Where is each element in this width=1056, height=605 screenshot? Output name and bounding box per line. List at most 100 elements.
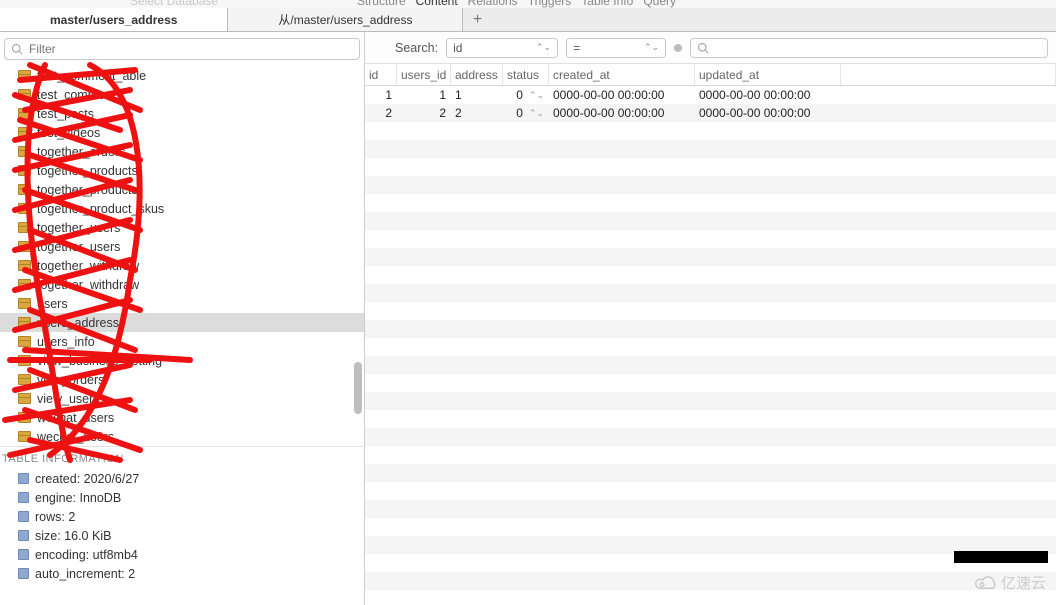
table-list-item[interactable]: test_posts [0,104,364,123]
table-list-item[interactable]: users [0,294,364,313]
top-menu-item[interactable]: Relations [468,0,518,8]
table-list-item[interactable]: view_orders [0,370,364,389]
grid-cell-value: 2 [455,106,462,120]
table-list-item[interactable]: together_users [0,237,364,256]
table-list-item[interactable]: test_comments [0,85,364,104]
table-list-item[interactable]: together_product_skus [0,199,364,218]
table-list-item[interactable]: together_withdraw [0,275,364,294]
top-menu-item[interactable]: Content [416,0,458,8]
tab[interactable]: 从/master/users_address [228,8,463,31]
table-list-item[interactable]: together_products [0,180,364,199]
stepper-icon[interactable]: ⌃⌄ [529,90,544,101]
col-header-users-id[interactable]: users_id [397,64,451,85]
col-header-status[interactable]: status [503,64,549,85]
col-header-id[interactable]: id [365,64,397,85]
grid-cell[interactable]: 1 [365,86,397,104]
table-list-item[interactable]: view_users [0,389,364,408]
table-list-item[interactable]: together_withdraw [0,256,364,275]
col-header-created-at[interactable]: created_at [549,64,695,85]
grid-cell[interactable] [365,464,1056,482]
search-value-input-wrap[interactable] [690,38,1048,58]
grid-cell[interactable] [365,194,1056,212]
table-info-label: auto_increment: 2 [35,567,135,581]
grid-cell[interactable]: 2 [365,104,397,122]
grid-cell[interactable]: 2 [451,104,503,122]
table-list-item[interactable]: together_users [0,218,364,237]
table-list-item[interactable]: users_address [0,313,364,332]
grid-cell[interactable] [365,554,1056,572]
table-row-empty [365,338,1056,356]
grid-cell[interactable] [365,230,1056,248]
grid-cell[interactable]: 0⌃⌄ [503,86,549,104]
grid-cell[interactable] [365,248,1056,266]
table-list-item[interactable]: users_info [0,332,364,351]
grid-cell[interactable] [365,284,1056,302]
col-header-updated-at[interactable]: updated_at [695,64,841,85]
filter-input-wrap[interactable] [4,38,360,60]
grid-cell[interactable]: 0 ⌃⌄ [503,104,549,122]
grid-cell[interactable]: 2 [397,104,451,122]
top-menu-item[interactable]: Query [643,0,676,8]
grid-cell[interactable]: 1 [397,86,451,104]
grid-cell[interactable] [365,590,1056,605]
scrollbar-thumb[interactable] [354,362,362,414]
table-row[interactable]: 1110⌃⌄0000-00-00 00:00:000000-00-00 00:0… [365,86,1056,104]
grid-cell[interactable] [365,500,1056,518]
table-info-label: rows: 2 [35,510,75,524]
search-column-select[interactable]: id ⌃⌄ [446,38,558,58]
table-row-empty [365,122,1056,140]
grid-cell[interactable]: 0000-00-00 00:00:00 [695,86,841,104]
grid-cell[interactable] [365,518,1056,536]
grid-cell[interactable] [365,356,1056,374]
top-menu-item[interactable]: Structure [357,0,406,8]
grid-cell[interactable] [365,266,1056,284]
grid-cell[interactable] [365,158,1056,176]
search-value-input[interactable] [713,40,1041,56]
grid-cell[interactable] [365,392,1056,410]
table-list-item[interactable]: wechat_users [0,427,364,446]
filter-input[interactable] [27,41,353,57]
top-menu-item[interactable]: Triggers [528,0,572,8]
search-operator-select[interactable]: = ⌃⌄ [566,38,666,58]
grid-cell[interactable]: 0000-00-00 00:00:00 [549,104,695,122]
grid-cell[interactable] [365,176,1056,194]
top-menu-item[interactable]: Table Info [581,0,633,8]
table-list-item[interactable]: together_orders [0,142,364,161]
table-row-empty [365,284,1056,302]
grid-cell[interactable] [841,86,1056,104]
table-list-item[interactable]: test_comment_able [0,66,364,85]
grid-cell[interactable] [365,320,1056,338]
cloud-icon [973,573,997,593]
grid-cell[interactable]: 1 [451,86,503,104]
stepper-icon[interactable]: ⌃⌄ [529,108,544,119]
table-list-item[interactable]: wechat_users [0,408,364,427]
table-icon [18,108,31,119]
info-icon [18,530,29,541]
grid-cell[interactable]: 0000-00-00 00:00:00 [695,104,841,122]
table-list-item[interactable]: view_business_setting [0,351,364,370]
grid-cell-value: 0000-00-00 00:00:00 [553,88,664,102]
grid-cell[interactable] [365,212,1056,230]
grid-cell-value: 0 [516,106,523,120]
grid-cell[interactable] [365,572,1056,590]
table-row[interactable]: 2220⌃⌄0000-00-00 00:00:000000-00-00 00:0… [365,104,1056,122]
grid-cell[interactable] [841,104,1056,122]
grid-cell[interactable] [365,446,1056,464]
tab[interactable]: master/users_address [0,8,228,31]
grid-cell[interactable] [365,122,1056,140]
grid-cell[interactable] [365,302,1056,320]
table-list-item[interactable]: together_products [0,161,364,180]
col-header-address[interactable]: address [451,64,503,85]
grid-cell[interactable] [365,140,1056,158]
select-database-label[interactable]: Select Database [130,0,218,8]
table-list-item[interactable]: test_videos [0,123,364,142]
grid-cell[interactable] [365,374,1056,392]
col-header-empty [841,64,1056,85]
grid-cell[interactable] [365,482,1056,500]
grid-cell[interactable] [365,410,1056,428]
grid-cell[interactable] [365,338,1056,356]
grid-cell[interactable] [365,428,1056,446]
add-tab-button[interactable]: + [463,8,491,31]
grid-cell[interactable]: 0000-00-00 00:00:00 [549,86,695,104]
grid-cell[interactable] [365,536,1056,554]
